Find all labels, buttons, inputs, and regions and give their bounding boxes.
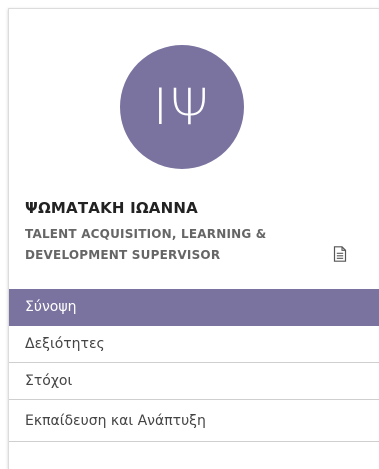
nav-item-skills[interactable]: Δεξιότητες bbox=[9, 326, 379, 363]
job-title-line-2: DEVELOPMENT SUPERVISOR bbox=[25, 248, 221, 262]
nav-item-goals[interactable]: Στόχοι bbox=[9, 363, 379, 400]
document-icon[interactable] bbox=[333, 246, 347, 262]
nav-item-summary[interactable]: Σύνοψη bbox=[9, 289, 379, 326]
employee-name: ΨΩΜΑΤΑΚΗ ΙΩΑΝΝΑ bbox=[25, 199, 198, 217]
profile-nav: Σύνοψη Δεξιότητες Στόχοι Εκπαίδευση και … bbox=[9, 289, 379, 442]
avatar-initials: ΙΨ bbox=[152, 78, 212, 136]
profile-card: ΙΨ ΨΩΜΑΤΑΚΗ ΙΩΑΝΝΑ TALENT ACQUISITION, L… bbox=[8, 8, 379, 469]
job-title-line-1: TALENT ACQUISITION, LEARNING & bbox=[25, 227, 267, 241]
avatar: ΙΨ bbox=[120, 45, 244, 169]
nav-item-training-development[interactable]: Εκπαίδευση και Ανάπτυξη bbox=[9, 400, 379, 442]
job-title: TALENT ACQUISITION, LEARNING & DEVELOPME… bbox=[25, 224, 325, 266]
